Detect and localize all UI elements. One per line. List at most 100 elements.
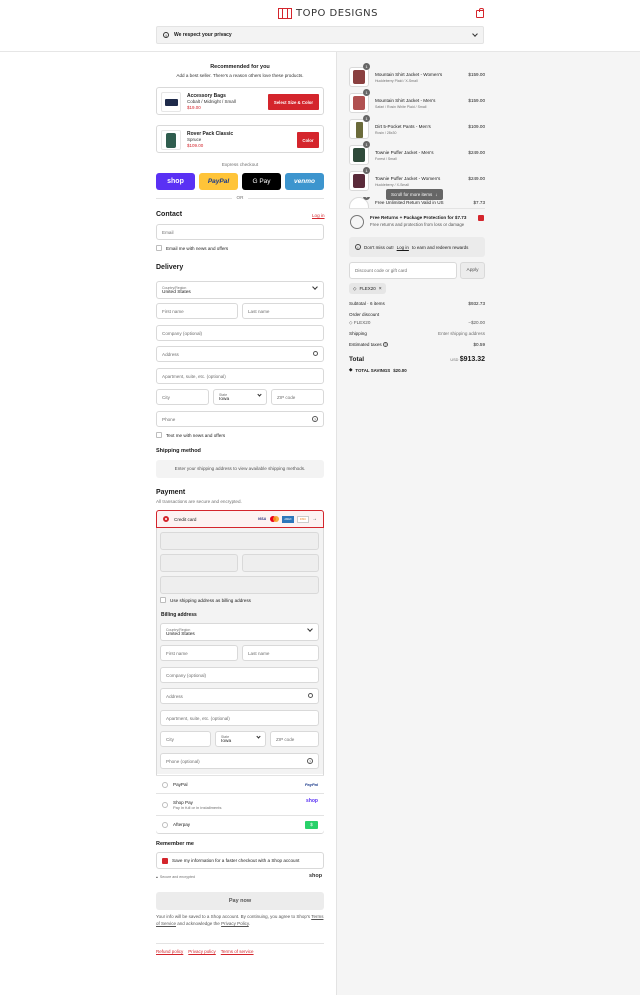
product-thumbnail [349,145,369,165]
shopping-bag-icon[interactable] [476,8,484,18]
chevron-down-icon [257,392,262,397]
afterpay-radio[interactable] [162,821,168,828]
login-link[interactable]: Log in [312,213,325,218]
use-shipping-checkbox[interactable] [160,597,166,603]
billing-state-select[interactable]: State Iowa [215,731,266,747]
google-pay-button[interactable]: G Pay [242,173,281,190]
billing-last-name-field[interactable]: Last name [242,645,319,661]
paypal-button[interactable]: PayPal [199,173,238,190]
delivery-title: Delivery [156,264,184,271]
save-info-label: Save my information for a faster checkou… [172,858,300,863]
help-icon[interactable]: ? [382,342,388,347]
help-icon[interactable]: ? [312,416,318,422]
zip-field[interactable]: ZIP code [271,389,324,405]
billing-company-field[interactable]: Company (optional) [160,667,319,683]
billing-apartment-field[interactable]: Apartment, suite, etc. (optional) [160,710,319,726]
state-select[interactable]: State Iowa [213,389,267,405]
recommend-subtitle: Add a best seller. There's a reason othe… [176,73,304,78]
last-name-field[interactable]: Last name [242,303,324,319]
email-field[interactable]: Email [156,224,324,240]
phone-field[interactable]: Phone ? [156,411,324,427]
item-name: Townie Puffer Jacket - Women's [375,176,441,181]
product-variant: Cobalt / Midnight / Small [187,99,236,104]
product-variant: Spruce [187,137,202,142]
discount-chip-code: FLEX20 [359,286,376,291]
name-on-card-field[interactable] [160,576,319,594]
rewards-login-link[interactable]: Log in [397,245,409,250]
credit-card-radio[interactable] [163,516,169,522]
email-news-label: Email me with news and offers [166,245,229,251]
city-field[interactable]: City [156,389,209,405]
search-icon [308,693,313,698]
billing-address-field[interactable]: Address [160,688,319,704]
terms-of-service-link[interactable]: Terms of service [221,949,254,954]
search-icon [313,351,318,356]
item-variant: Forest / Small [375,157,397,161]
save-info-checkbox[interactable] [162,857,168,864]
taxes-label: Estimated taxes [349,342,382,347]
shipping-method-title: Shipping method [156,448,201,454]
order-discount-row: Order discount [349,312,485,317]
rewards-banner: i Don't miss out! Log in to earn and red… [349,237,485,257]
country-select[interactable]: Country/Region United States [156,281,324,299]
total-value: $913.32 [459,356,485,363]
select-size-color-button[interactable]: Select Size & Color [268,94,319,110]
text-news-option[interactable]: Text me with news and offers [156,432,225,438]
cart-item: 1 Dirt 5-Pocket Pants - Men's Rosin / 28… [349,115,485,141]
billing-city-field[interactable]: City [160,731,211,747]
venmo-button[interactable]: venmo [285,173,324,190]
legal-text: Your info will be saved to a Shop accoun… [156,914,324,927]
quantity-badge: 1 [363,63,370,70]
help-icon[interactable]: ? [307,758,313,764]
paypal-radio[interactable] [162,781,168,788]
security-code-field[interactable] [242,554,319,572]
shipping-row: Shipping Enter shipping address [349,331,485,336]
color-button[interactable]: Color [297,132,319,148]
billing-phone-field[interactable]: Phone (optional) ? [160,753,319,769]
address-field[interactable]: Address [156,346,324,362]
billing-first-name-field[interactable]: First name [160,645,238,661]
savings-value: $20.00 [393,367,407,373]
total-savings: ◆ TOTAL SAVINGS $20.00 [349,367,407,373]
shop-privacy-link[interactable]: Privacy Policy [221,921,249,926]
secure-label: Secure and encrypted [159,875,196,879]
phone-placeholder: Phone [162,416,176,422]
refund-policy-link[interactable]: Refund policy [156,949,183,954]
scroll-more-items[interactable]: Scroll for more items ↓ [386,189,443,200]
privacy-policy-link[interactable]: Privacy policy [188,949,216,954]
shop-pay-sub: Pay in full or in installments [173,804,222,810]
shop-pay-radio[interactable] [162,801,168,808]
privacy-banner[interactable]: i We respect your privacy [156,26,484,44]
company-field[interactable]: Company (optional) [156,325,324,341]
use-shipping-option[interactable]: Use shipping address as billing address [160,597,251,603]
pay-now-button[interactable]: Pay now [156,892,324,910]
credit-card-option[interactable]: Credit card VISA AMEX DISC → [156,510,324,528]
email-news-option[interactable]: Email me with news and offers [156,245,228,251]
billing-country-select[interactable]: Country/Region United States [160,623,319,641]
billing-zip-field[interactable]: ZIP code [270,731,319,747]
discount-code-field[interactable]: Discount code or gift card [349,262,457,279]
shop-pay-option[interactable]: Shop Pay Pay in full or in installments … [156,793,324,815]
product-thumbnail [161,92,181,112]
card-number-field[interactable] [160,532,319,550]
apply-button[interactable]: Apply [460,262,485,279]
shop-pay-button[interactable]: shop [156,173,195,190]
first-name-field[interactable]: First name [156,303,238,319]
paypal-option-label: PayPal [173,782,188,787]
apartment-field[interactable]: Apartment, suite, etc. (optional) [156,368,324,384]
save-info-option[interactable]: Save my information for a faster checkou… [156,852,324,869]
shipping-method-message: Enter your shipping address to view avai… [156,460,324,478]
more-cards-icon: → [312,516,317,522]
protection-checkbox[interactable] [478,215,484,221]
email-news-checkbox[interactable] [156,245,162,251]
brand-logo[interactable]: TOPO DESIGNS [278,8,378,19]
text-news-checkbox[interactable] [156,432,162,438]
remove-discount-icon[interactable]: × [379,286,382,292]
afterpay-option[interactable]: Afterpay $ [156,815,324,833]
item-variant: Huckleberry Plaid / X-Small [375,79,418,83]
expiration-field[interactable] [160,554,238,572]
product-price: $109.00 [187,143,204,148]
item-variant: Rosin / 28x30 [375,131,397,135]
subtotal-row: Subtotal · 6 items $932.73 [349,301,485,306]
paypal-option[interactable]: PayPal PayPal [156,775,324,793]
